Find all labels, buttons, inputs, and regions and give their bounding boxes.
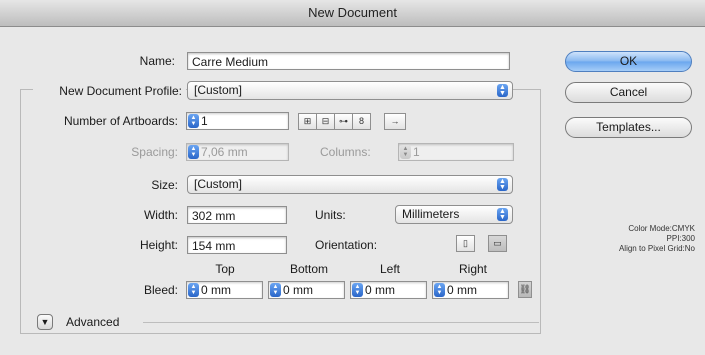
bleed-bottom-value: 0 mm (283, 283, 313, 297)
artboards-field[interactable]: ▲ ▼ 1 (186, 112, 289, 130)
units-select-value: Millimeters (402, 207, 460, 221)
profile-select[interactable]: [Custom] ▲ ▼ (187, 81, 513, 100)
color-mode-text: Color Mode:CMYK (628, 224, 695, 233)
stepper-icon[interactable]: ▲ ▼ (188, 114, 199, 128)
grid-by-row-icon[interactable]: ⊞ (298, 113, 317, 130)
name-label: Name: (139, 54, 175, 68)
ok-button[interactable]: OK (565, 51, 692, 72)
stepper-icon[interactable]: ▲ ▼ (434, 283, 445, 297)
window-title: New Document (308, 5, 397, 20)
bleed-left-field[interactable]: ▲ ▼ 0 mm (350, 281, 427, 299)
artboards-value: 1 (201, 114, 208, 128)
width-input[interactable]: 302 mm (187, 206, 287, 224)
bleed-top-field[interactable]: ▲ ▼ 0 mm (186, 281, 263, 299)
cancel-button[interactable]: Cancel (565, 82, 692, 103)
landscape-icon[interactable]: ▭ (488, 235, 507, 252)
height-input[interactable]: 154 mm (187, 236, 287, 254)
ppi-text: PPI:300 (666, 234, 695, 243)
orientation-label: Orientation: (315, 238, 378, 252)
profile-select-value: [Custom] (194, 83, 243, 97)
spacing-field: ▲ ▼ 7,06 mm (186, 143, 289, 161)
link-icon[interactable]: ⛓ (518, 281, 532, 298)
bleed-label: Bleed: (143, 283, 178, 297)
height-label: Height: (139, 238, 178, 252)
spacing-value: 7,06 mm (201, 145, 248, 159)
units-label: Units: (315, 208, 346, 222)
bleed-right-field[interactable]: ▲ ▼ 0 mm (432, 281, 509, 299)
arrange-by-row-icon[interactable]: ⊶ (334, 113, 353, 130)
units-select[interactable]: Millimeters ▲ ▼ (395, 205, 513, 224)
right-to-left-layout-icon[interactable]: → (384, 113, 406, 130)
grid-by-column-icon[interactable]: ⊟ (316, 113, 335, 130)
columns-value: 1 (413, 145, 420, 159)
portrait-icon[interactable]: ▯ (456, 235, 475, 252)
columns-field: ▲ ▼ 1 (398, 143, 514, 161)
dialog-body: Name: Carre Medium New Document Profile:… (0, 27, 705, 355)
bleed-right-header: Right (458, 262, 487, 276)
advanced-label[interactable]: Advanced (66, 315, 119, 329)
stepper-icon[interactable]: ▲ ▼ (352, 283, 363, 297)
stepper-icon: ▲ ▼ (188, 145, 199, 159)
popup-arrows-icon: ▲ ▼ (497, 84, 508, 97)
bleed-bottom-field[interactable]: ▲ ▼ 0 mm (268, 281, 345, 299)
disclosure-triangle-icon[interactable]: ▼ (37, 314, 53, 330)
align-pixel-grid-text: Align to Pixel Grid:No (618, 244, 695, 253)
artboards-label: Number of Artboards: (63, 114, 178, 128)
name-input[interactable]: Carre Medium (187, 52, 510, 70)
bleed-left-value: 0 mm (365, 283, 395, 297)
size-select-value: [Custom] (194, 177, 243, 191)
width-label: Width: (143, 208, 178, 222)
stepper-icon[interactable]: ▲ ▼ (188, 283, 199, 297)
size-select[interactable]: [Custom] ▲ ▼ (187, 175, 513, 194)
bleed-bottom-header: Bottom (289, 262, 328, 276)
document-info: Color Mode:CMYK PPI:300 Align to Pixel G… (619, 224, 695, 254)
popup-arrows-icon: ▲ ▼ (497, 208, 508, 221)
bleed-left-header: Left (379, 262, 400, 276)
advanced-divider (143, 322, 539, 323)
popup-arrows-icon: ▲ ▼ (497, 178, 508, 191)
stepper-icon: ▲ ▼ (400, 145, 411, 159)
stepper-icon[interactable]: ▲ ▼ (270, 283, 281, 297)
bleed-right-value: 0 mm (447, 283, 477, 297)
size-label: Size: (151, 178, 178, 192)
templates-button[interactable]: Templates... (565, 117, 692, 138)
spacing-label: Spacing: (131, 145, 178, 159)
profile-label: New Document Profile: (33, 84, 186, 98)
bleed-top-value: 0 mm (201, 283, 231, 297)
columns-label: Columns: (320, 145, 371, 159)
bleed-top-header: Top (215, 262, 235, 276)
arrange-by-column-icon[interactable]: 8 (352, 113, 371, 130)
window-titlebar: New Document (0, 0, 705, 27)
